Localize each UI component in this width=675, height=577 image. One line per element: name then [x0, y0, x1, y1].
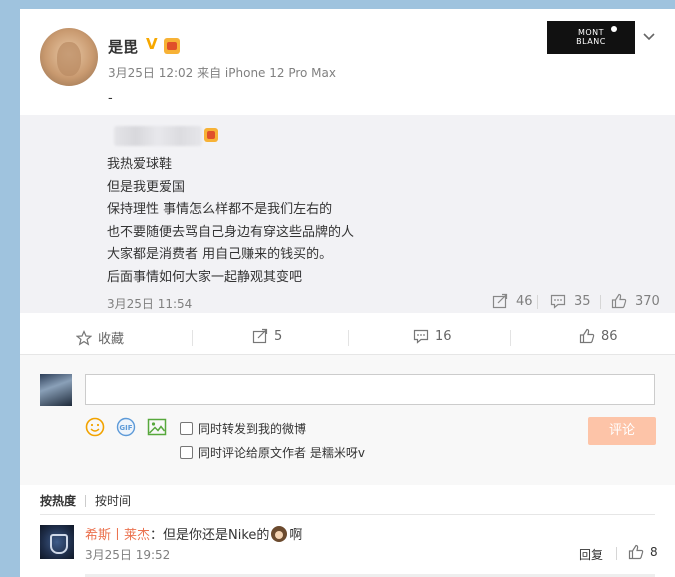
favorite-button[interactable]: 收藏 — [76, 328, 124, 347]
reposted-text: 我热爱球鞋 但是我更爱国 保持理性 事情怎么样都不是我们左右的 也不要随便去骂自… — [107, 154, 354, 289]
checkbox-box[interactable] — [180, 422, 193, 435]
checkbox-box[interactable] — [180, 446, 193, 459]
thumbs-up-icon — [628, 544, 644, 560]
reply-button[interactable]: 回复 — [579, 546, 603, 563]
comment-to-author-checkbox[interactable]: 同时评论给原文作者 是糯米呀v — [180, 444, 365, 461]
gif-icon[interactable]: GIF — [116, 417, 136, 437]
verified-v-icon: V — [146, 35, 158, 53]
reposted-line: 但是我更爱国 — [107, 179, 186, 195]
reposted-date[interactable]: 3月25日 11:54 — [107, 295, 192, 312]
reposted-like-button[interactable]: 370 — [611, 293, 660, 309]
reposted-comment-count: 35 — [574, 293, 591, 309]
forward-icon — [252, 328, 268, 344]
reposted-line: 保持理性 事情怎么样都不是我们左右的 — [107, 202, 333, 217]
reposted-line: 我热爱球鞋 — [107, 157, 173, 172]
divider — [348, 330, 349, 346]
comment-icon — [413, 329, 429, 344]
comment-icon — [550, 294, 566, 309]
comment-input[interactable] — [85, 374, 655, 405]
image-icon[interactable] — [147, 417, 167, 437]
reposted-line: 大家都是消费者 用自己赚来的钱买的。 — [107, 247, 333, 262]
comment-sort-bar: 按热度 按时间 — [40, 492, 131, 509]
forward-icon — [492, 293, 508, 309]
star-icon — [76, 329, 92, 346]
reposted-forward-button[interactable]: 46 — [492, 293, 533, 309]
checkbox-label: 同时评论给原文作者 是糯米呀v — [198, 446, 365, 460]
comment-body-end: 啊 — [289, 528, 303, 543]
reposted-like-count: 370 — [635, 293, 660, 309]
comment-date: 3月25日 19:52 — [85, 548, 171, 562]
reposted-comment-button[interactable]: 35 — [550, 293, 591, 309]
author-avatar[interactable] — [40, 28, 98, 86]
thumbs-up-icon — [579, 328, 595, 344]
comment-like-button[interactable]: 8 — [628, 544, 658, 560]
sort-by-hot[interactable]: 按热度 — [40, 492, 76, 509]
chevron-down-icon[interactable] — [642, 29, 656, 43]
reposted-forward-count: 46 — [516, 293, 533, 309]
post-meta: 3月25日 12:02 来自 iPhone 12 Pro Max — [108, 66, 336, 80]
blurred-original-author — [114, 126, 202, 146]
montblanc-logo: MONT BLANC — [547, 21, 635, 54]
reposted-line: 也不要随便去骂自己身边有穿这些品牌的人 — [107, 224, 355, 240]
divider — [616, 547, 617, 560]
submit-comment-button[interactable]: 评论 — [588, 417, 656, 445]
commenter-avatar[interactable] — [40, 525, 74, 559]
my-avatar[interactable] — [40, 374, 72, 406]
vip-crown-icon — [164, 38, 180, 54]
favorite-label: 收藏 — [98, 332, 125, 347]
like-button[interactable]: 86 — [579, 328, 618, 344]
thumbs-up-icon — [611, 293, 627, 309]
emoji-icon — [271, 525, 288, 542]
commenter-name[interactable]: 希斯丨莱杰 — [85, 524, 150, 543]
divider — [85, 494, 87, 507]
comment-composer: GIF 同时转发到我的微博 同时评论给原文作者 是糯米呀v 评论 — [20, 355, 675, 485]
like-count: 86 — [601, 328, 618, 344]
comment-button[interactable]: 16 — [413, 328, 452, 344]
divider — [192, 330, 193, 346]
reposted-line: 后面事情如何大家一起静观其变吧 — [107, 269, 303, 285]
post-text: - — [108, 91, 113, 106]
comment-text: 希斯丨莱杰 ：但是你还是Nike的 啊 — [85, 524, 302, 543]
svg-text:GIF: GIF — [119, 424, 132, 432]
forward-button[interactable]: 5 — [252, 328, 282, 344]
comment-like-count: 8 — [650, 545, 658, 559]
divider — [600, 295, 601, 309]
sort-by-time[interactable]: 按时间 — [95, 492, 131, 509]
divider — [510, 330, 511, 346]
comment-count: 16 — [435, 328, 452, 344]
comment-body: ：但是你还是Nike的 — [150, 528, 270, 543]
reposted-content: 我热爱球鞋 但是我更爱国 保持理性 事情怎么样都不是我们左右的 也不要随便去骂自… — [20, 115, 675, 313]
divider — [537, 295, 538, 309]
forward-count: 5 — [274, 328, 283, 344]
weibo-post-card: 是毘 V 3月25日 12:02 来自 iPhone 12 Pro Max MO… — [20, 9, 675, 577]
post-action-bar: 收藏 5 16 86 — [20, 319, 675, 355]
vip-crown-icon — [204, 128, 218, 142]
forward-to-weibo-checkbox[interactable]: 同时转发到我的微博 — [180, 420, 306, 437]
divider — [40, 514, 655, 515]
checkbox-label: 同时转发到我的微博 — [198, 422, 307, 436]
author-name[interactable]: 是毘 — [108, 36, 138, 57]
emoji-icon[interactable] — [85, 417, 105, 437]
